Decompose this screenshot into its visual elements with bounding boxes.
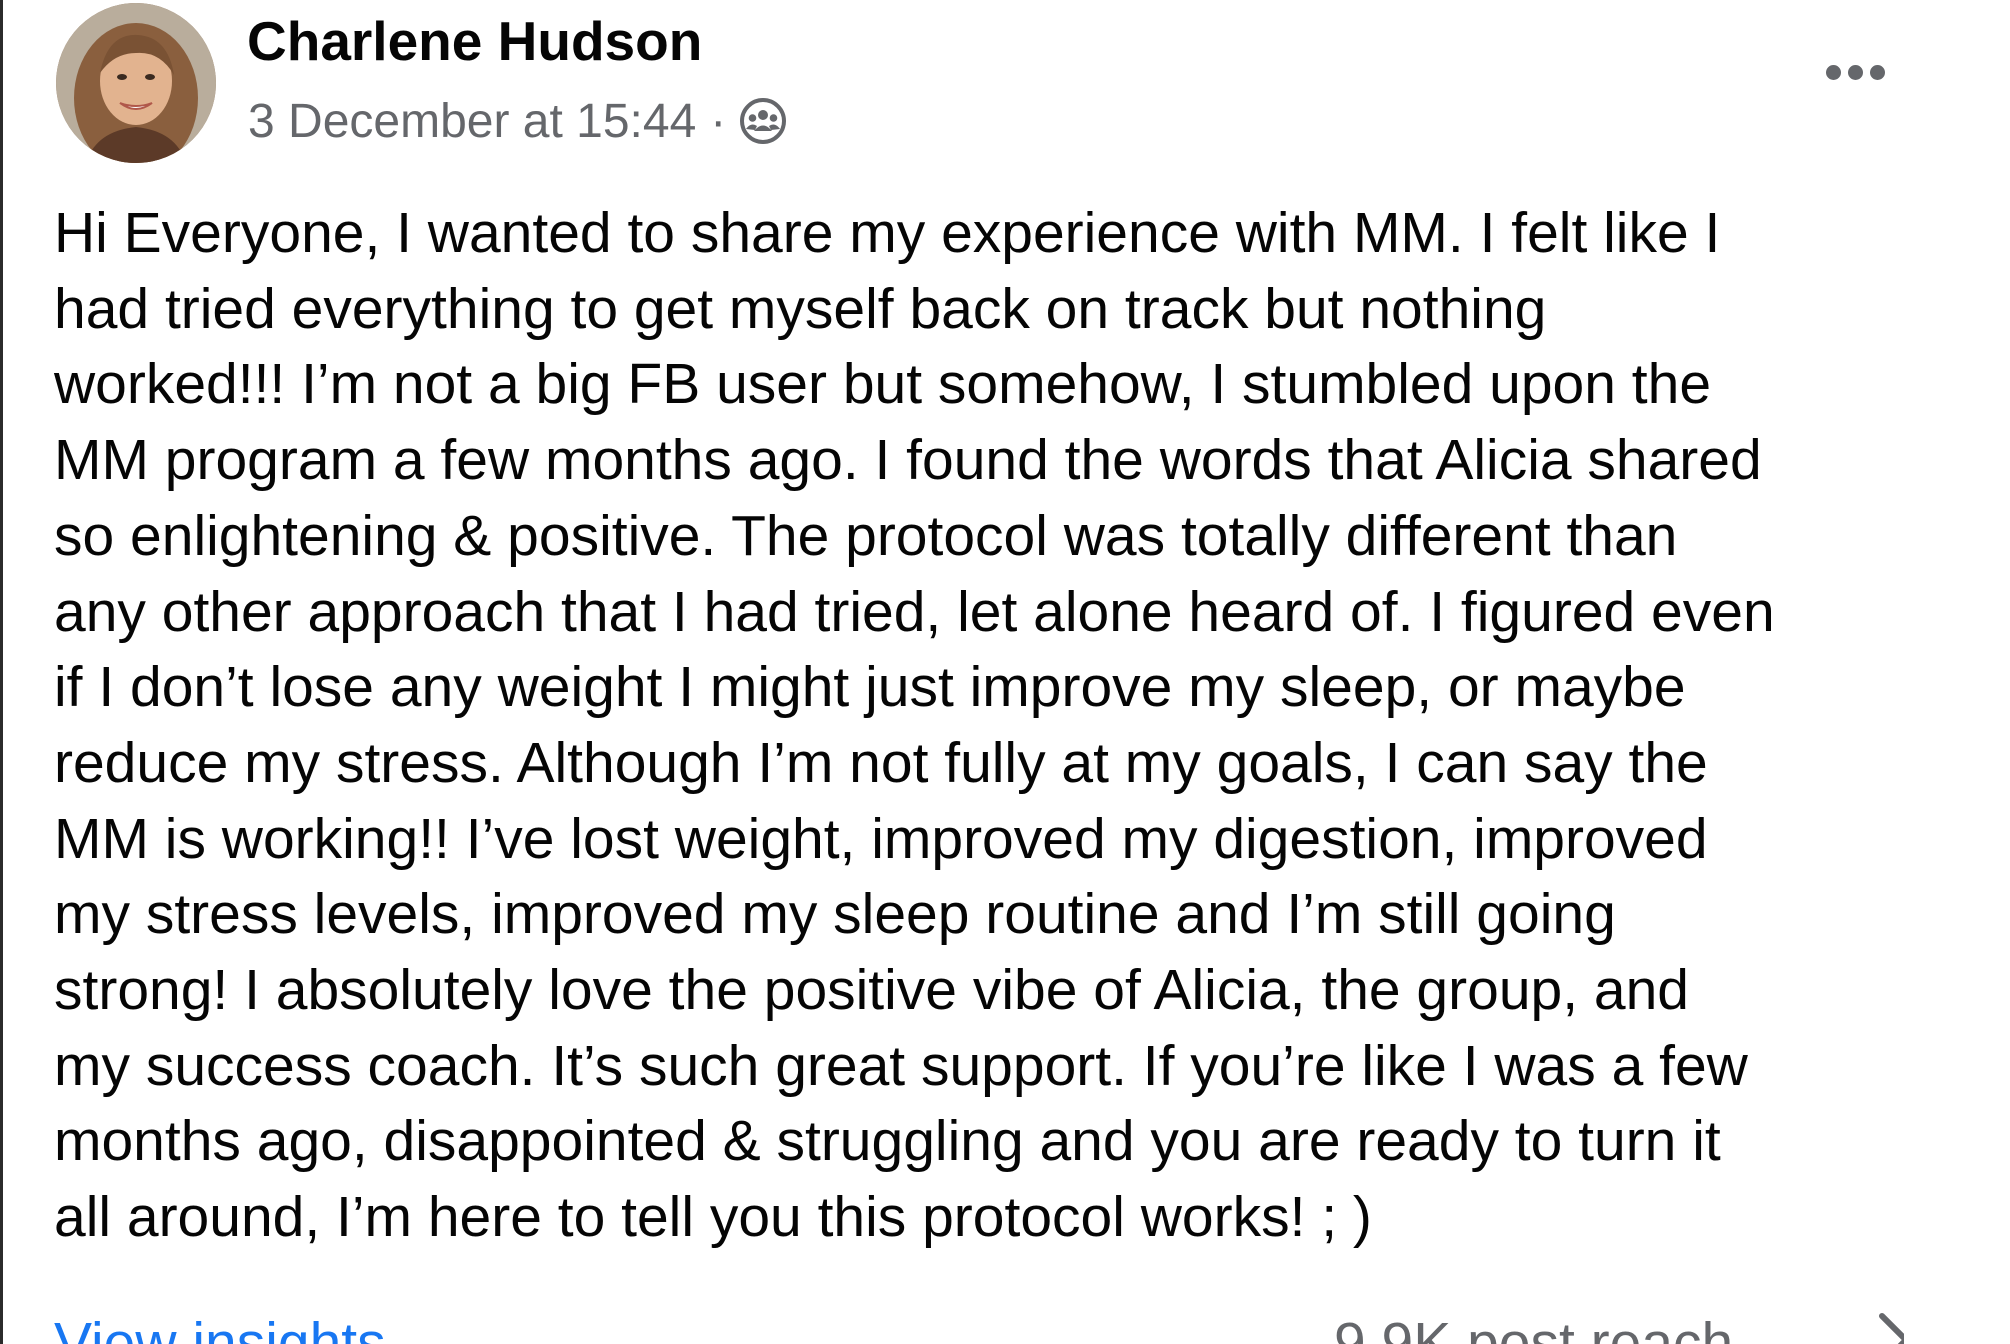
more-options-icon-dot — [1869, 64, 1885, 80]
post-text-line: reduce my stress. Although I’m not fully… — [54, 730, 1708, 795]
post-text-line: all around, I’m here to tell you this pr… — [54, 1185, 1372, 1250]
post-text-line: had tried everything to get myself back … — [54, 276, 1547, 341]
post-text-line: so enlightening & positive. The protocol… — [54, 503, 1678, 568]
meta-separator: · — [710, 94, 727, 148]
post-reach-count: 9.9K post reach — [1334, 1311, 1734, 1344]
post-text-line: my stress levels, improved my sleep rout… — [54, 882, 1616, 947]
more-options-icon-dot — [1847, 64, 1863, 80]
author-avatar[interactable] — [56, 3, 216, 163]
more-options-icon-dot — [1825, 64, 1841, 80]
post-timestamp[interactable]: 3 December at 15:44 — [248, 94, 696, 149]
post-text-line: any other approach that I had tried, let… — [54, 579, 1775, 644]
post-body: Hi Everyone, I wanted to share my experi… — [54, 196, 1974, 1256]
post-footer: View insights 9.9K post reach — [54, 1310, 1904, 1344]
more-options-button[interactable] — [1810, 44, 1900, 100]
group-members-icon[interactable] — [738, 96, 788, 146]
post-text-line: MM program a few months ago. I found the… — [54, 428, 1762, 493]
post-text-line: MM is working!! I’ve lost weight, improv… — [54, 806, 1708, 871]
post-meta: 3 December at 15:44 · — [248, 88, 788, 154]
post-text-line: strong! I absolutely love the positive v… — [54, 958, 1689, 1023]
chevron-right-icon[interactable] — [1864, 1310, 1904, 1344]
post-text-line: worked!!! I’m not a big FB user but some… — [54, 352, 1712, 417]
post-text-line: Hi Everyone, I wanted to share my experi… — [54, 201, 1721, 265]
post-text-line: my success coach. It’s such great suppor… — [54, 1033, 1748, 1098]
post-text-line: months ago, disappointed & struggling an… — [54, 1109, 1721, 1174]
author-name[interactable]: Charlene Hudson — [247, 8, 702, 74]
post-text-line: if I don’t lose any weight I might just … — [54, 655, 1686, 720]
view-insights-link[interactable]: View insights — [54, 1310, 386, 1344]
feed-post: Charlene Hudson 3 December at 15:44 · Hi… — [0, 0, 2010, 1344]
avatar-photo — [56, 3, 216, 163]
